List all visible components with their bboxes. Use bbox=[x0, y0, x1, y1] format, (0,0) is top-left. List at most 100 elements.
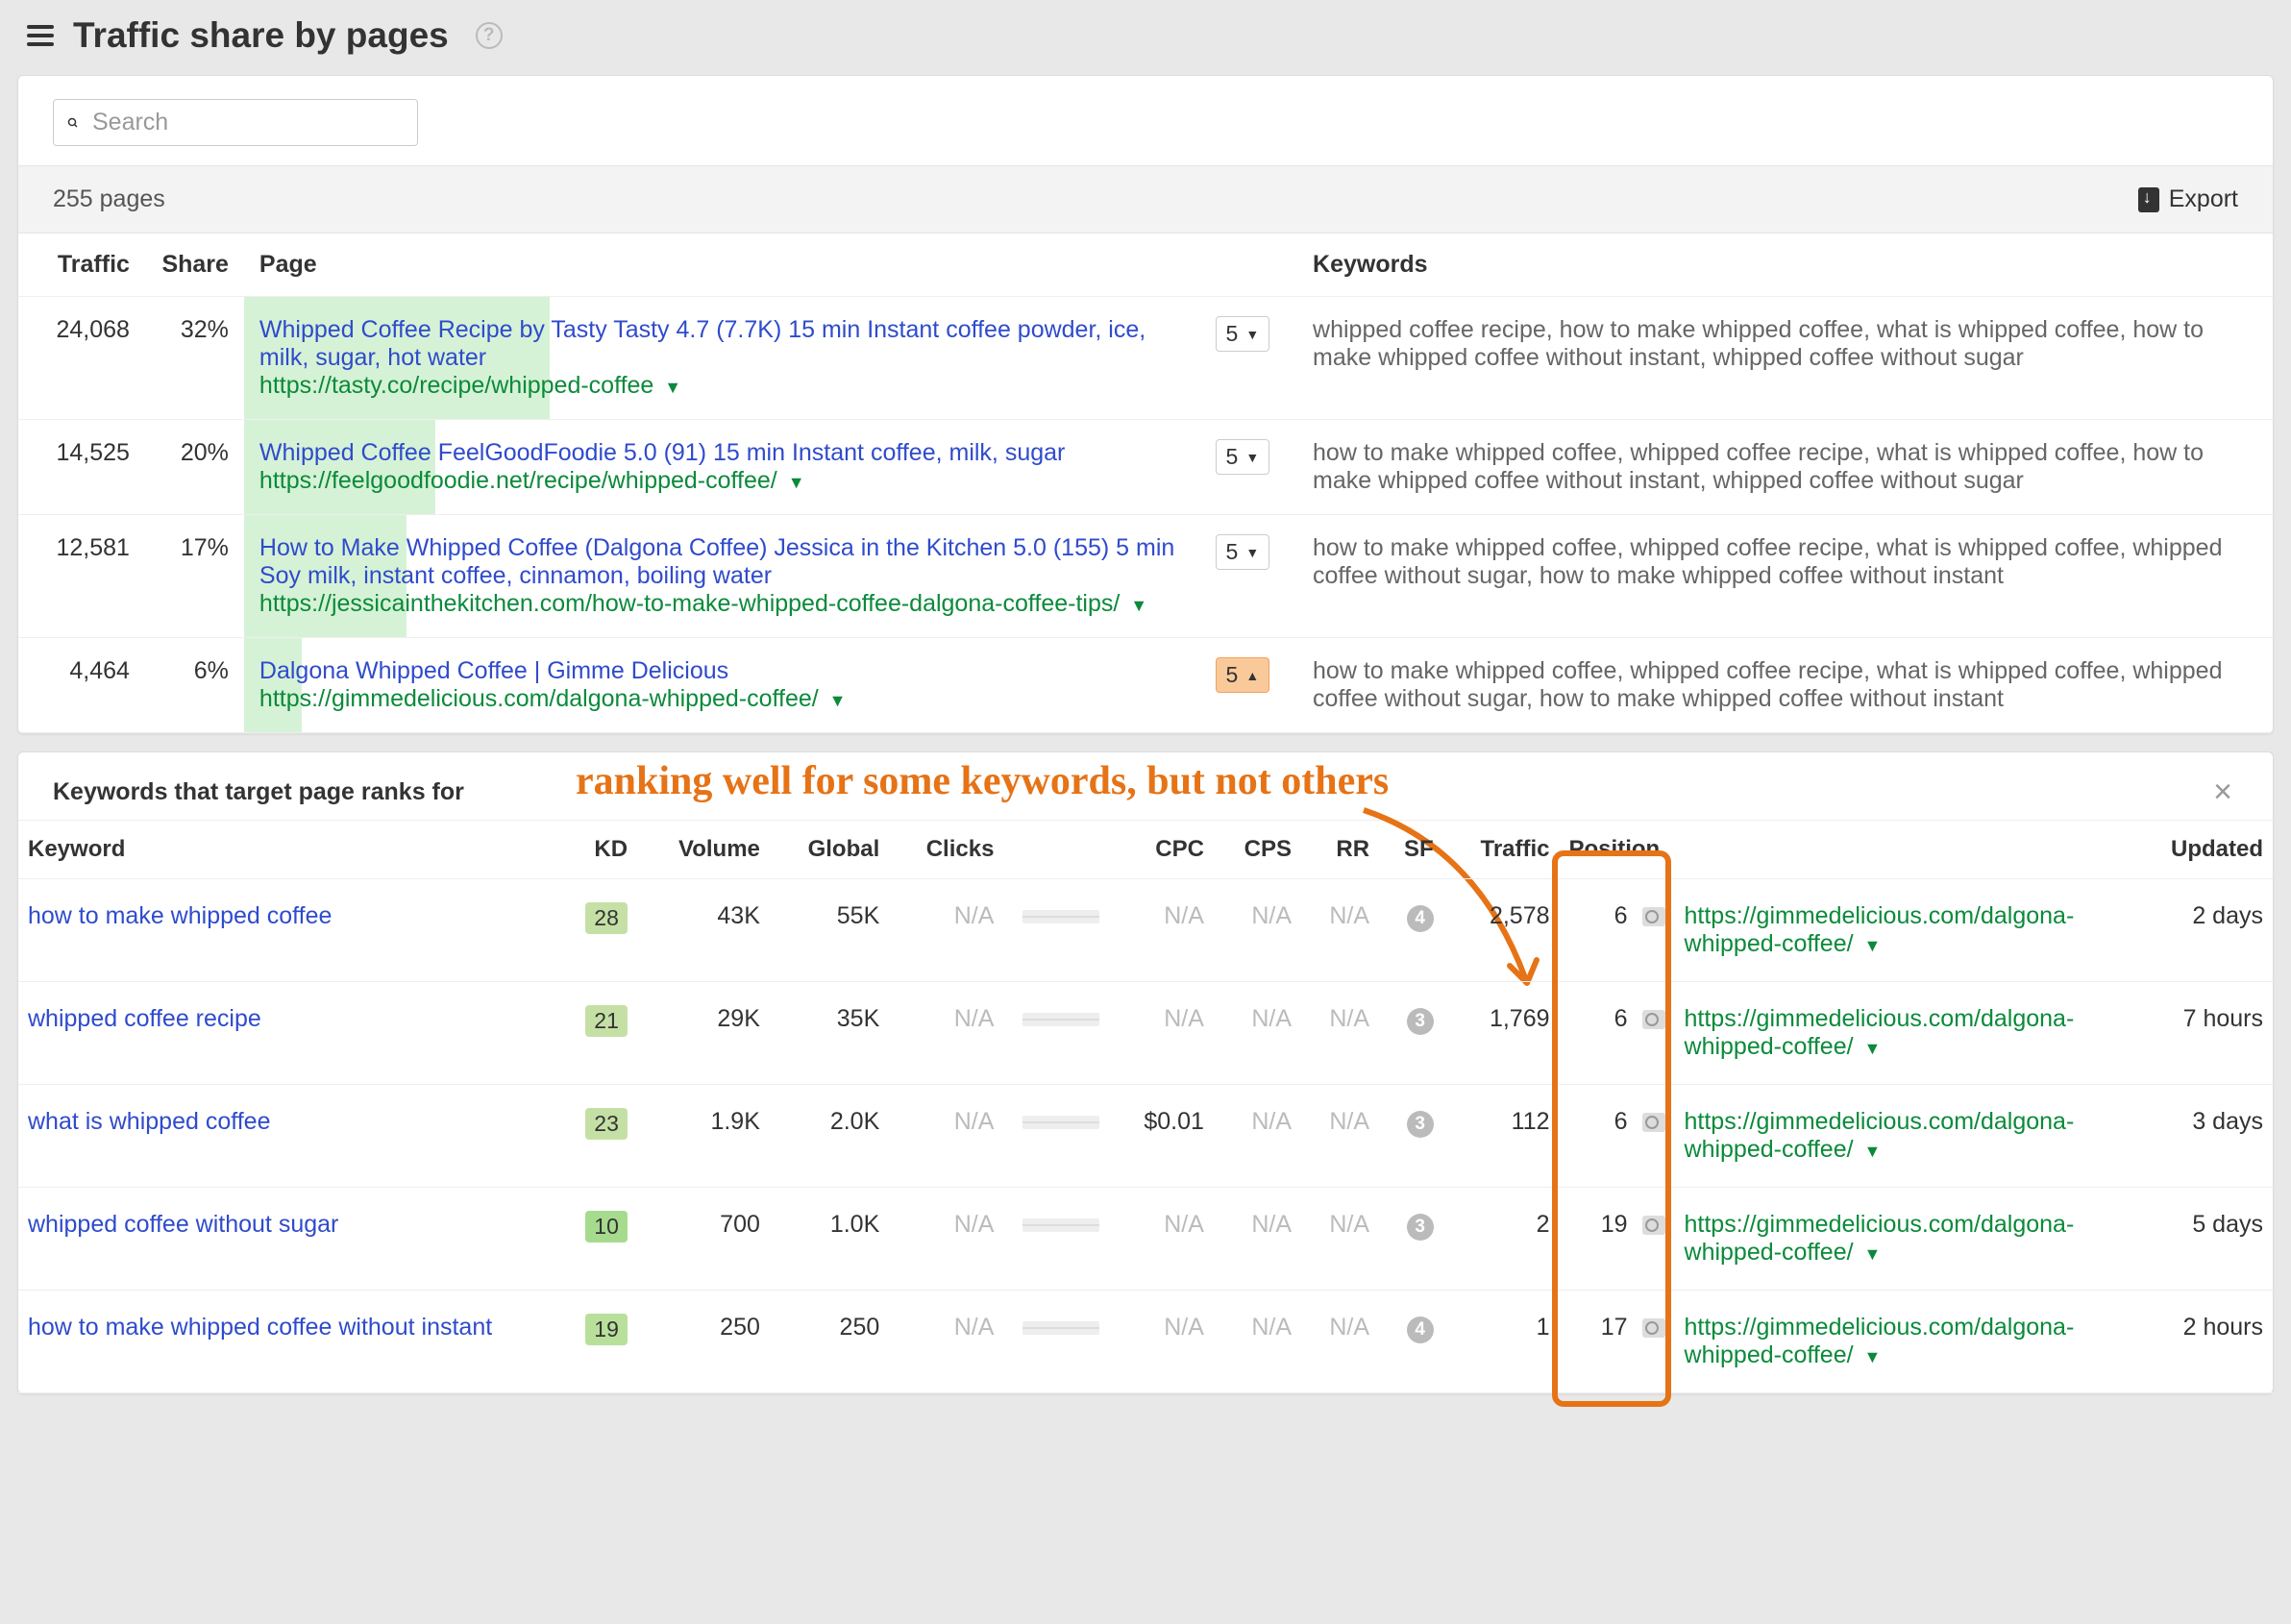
cell-rr: N/A bbox=[1301, 1085, 1379, 1188]
result-url-link[interactable]: https://gimmedelicious.com/dalgona-whipp… bbox=[1685, 902, 2075, 957]
cell-volume: 29K bbox=[637, 982, 770, 1085]
cell-updated: 3 days bbox=[2127, 1085, 2273, 1188]
serp-icon[interactable] bbox=[1642, 1216, 1665, 1235]
page-url-link[interactable]: https://feelgoodfoodie.net/recipe/whippe… bbox=[259, 467, 805, 494]
cell-traffic: 12,581 bbox=[18, 515, 145, 638]
chevron-down-icon: ▼ bbox=[1864, 1142, 1882, 1161]
export-button[interactable]: Export bbox=[2138, 185, 2238, 213]
cell-position: 17 bbox=[1560, 1291, 1675, 1393]
cell-traffic: 1,769 bbox=[1443, 982, 1560, 1085]
page-url-link[interactable]: https://jessicainthekitchen.com/how-to-m… bbox=[259, 590, 1147, 617]
kd-pill: 21 bbox=[585, 1005, 628, 1037]
keyword-link[interactable]: how to make whipped coffee bbox=[28, 902, 332, 929]
sf-badge: 4 bbox=[1407, 1316, 1434, 1343]
dcol-sf[interactable]: SF bbox=[1379, 821, 1443, 879]
result-url-link[interactable]: https://gimmedelicious.com/dalgona-whipp… bbox=[1685, 1211, 2075, 1266]
table-row: whipped coffee recipe2129K35KN/AN/AN/AN/… bbox=[18, 982, 2273, 1085]
cell-global: 2.0K bbox=[770, 1085, 889, 1188]
keyword-count-toggle[interactable]: 5 ▼ bbox=[1216, 316, 1270, 352]
cell-clicks: N/A bbox=[889, 1188, 1003, 1291]
dcol-traffic[interactable]: Traffic bbox=[1443, 821, 1560, 879]
result-url-link[interactable]: https://gimmedelicious.com/dalgona-whipp… bbox=[1685, 1108, 2075, 1163]
cell-keywords: how to make whipped coffee, whipped coff… bbox=[1297, 420, 2273, 515]
close-icon[interactable]: × bbox=[2207, 775, 2238, 808]
page-title-link[interactable]: How to Make Whipped Coffee (Dalgona Coff… bbox=[259, 534, 1174, 589]
hamburger-menu[interactable] bbox=[27, 20, 54, 51]
search-input[interactable] bbox=[90, 108, 404, 137]
serp-icon[interactable] bbox=[1642, 1318, 1665, 1338]
serp-icon[interactable] bbox=[1642, 907, 1665, 926]
dcol-cpc[interactable]: CPC bbox=[1109, 821, 1213, 879]
download-icon bbox=[2138, 187, 2159, 212]
sf-badge: 3 bbox=[1407, 1008, 1434, 1035]
search-box[interactable] bbox=[53, 99, 418, 146]
col-traffic[interactable]: Traffic bbox=[18, 234, 145, 297]
dcol-global[interactable]: Global bbox=[770, 821, 889, 879]
page-url-link[interactable]: https://gimmedelicious.com/dalgona-whipp… bbox=[259, 685, 847, 712]
detail-panel: ranking well for some keywords, but not … bbox=[17, 751, 2274, 1394]
dcol-rr[interactable]: RR bbox=[1301, 821, 1379, 879]
cell-rr: N/A bbox=[1301, 982, 1379, 1085]
keyword-count-toggle[interactable]: 5 ▲ bbox=[1216, 657, 1270, 693]
help-icon[interactable]: ? bbox=[476, 22, 503, 49]
cell-position: 19 bbox=[1560, 1188, 1675, 1291]
serp-icon[interactable] bbox=[1642, 1113, 1665, 1132]
cell-cps: N/A bbox=[1214, 879, 1301, 982]
table-row: 14,52520%Whipped Coffee FeelGoodFoodie 5… bbox=[18, 420, 2273, 515]
result-url-link[interactable]: https://gimmedelicious.com/dalgona-whipp… bbox=[1685, 1005, 2075, 1060]
cell-global: 1.0K bbox=[770, 1188, 889, 1291]
page-title-link[interactable]: Dalgona Whipped Coffee | Gimme Delicious bbox=[259, 657, 728, 684]
cell-traffic: 24,068 bbox=[18, 297, 145, 420]
cell-traffic: 4,464 bbox=[18, 638, 145, 733]
cell-cpc: N/A bbox=[1109, 1188, 1213, 1291]
keyword-link[interactable]: how to make whipped coffee without insta… bbox=[28, 1314, 492, 1341]
main-panel: 255 pages Export Traffic Share Page Keyw… bbox=[17, 75, 2274, 734]
sparkline bbox=[1022, 1013, 1099, 1026]
col-keywords[interactable]: Keywords bbox=[1297, 234, 2273, 297]
keyword-count-toggle[interactable]: 5 ▼ bbox=[1216, 534, 1270, 570]
cell-cpc: $0.01 bbox=[1109, 1085, 1213, 1188]
col-share[interactable]: Share bbox=[145, 234, 244, 297]
sf-badge: 4 bbox=[1407, 905, 1434, 932]
cell-share: 20% bbox=[145, 420, 244, 515]
result-url-link[interactable]: https://gimmedelicious.com/dalgona-whipp… bbox=[1685, 1314, 2075, 1368]
cell-traffic: 2,578 bbox=[1443, 879, 1560, 982]
cell-rr: N/A bbox=[1301, 1291, 1379, 1393]
cell-volume: 1.9K bbox=[637, 1085, 770, 1188]
cell-global: 55K bbox=[770, 879, 889, 982]
table-row: how to make whipped coffee2843K55KN/AN/A… bbox=[18, 879, 2273, 982]
cell-position: 6 bbox=[1560, 982, 1675, 1085]
chevron-down-icon: ▼ bbox=[1864, 1347, 1882, 1366]
dcol-keyword[interactable]: Keyword bbox=[18, 821, 556, 879]
sf-badge: 3 bbox=[1407, 1111, 1434, 1138]
dcol-kd[interactable]: KD bbox=[556, 821, 637, 879]
chevron-down-icon: ▼ bbox=[1864, 1244, 1882, 1264]
cell-cpc: N/A bbox=[1109, 982, 1213, 1085]
cell-traffic: 112 bbox=[1443, 1085, 1560, 1188]
sparkline bbox=[1022, 1321, 1099, 1335]
cell-updated: 2 days bbox=[2127, 879, 2273, 982]
cell-clicks: N/A bbox=[889, 1085, 1003, 1188]
cell-position: 6 bbox=[1560, 1085, 1675, 1188]
page-title-link[interactable]: Whipped Coffee FeelGoodFoodie 5.0 (91) 1… bbox=[259, 439, 1065, 466]
page-title-link[interactable]: Whipped Coffee Recipe by Tasty Tasty 4.7… bbox=[259, 316, 1146, 371]
keyword-link[interactable]: whipped coffee without sugar bbox=[28, 1211, 338, 1238]
keyword-link[interactable]: what is whipped coffee bbox=[28, 1108, 270, 1135]
dcol-position[interactable]: Position bbox=[1560, 821, 1675, 879]
page-url-link[interactable]: https://tasty.co/recipe/whipped-coffee ▼ bbox=[259, 372, 681, 399]
keyword-link[interactable]: whipped coffee recipe bbox=[28, 1005, 261, 1032]
dcol-volume[interactable]: Volume bbox=[637, 821, 770, 879]
export-label: Export bbox=[2169, 185, 2238, 213]
keyword-count-toggle[interactable]: 5 ▼ bbox=[1216, 439, 1270, 475]
serp-icon[interactable] bbox=[1642, 1010, 1665, 1029]
table-row: how to make whipped coffee without insta… bbox=[18, 1291, 2273, 1393]
dcol-clicks[interactable]: Clicks bbox=[889, 821, 1003, 879]
col-page[interactable]: Page bbox=[244, 234, 1200, 297]
cell-cps: N/A bbox=[1214, 1291, 1301, 1393]
cell-rr: N/A bbox=[1301, 1188, 1379, 1291]
page-title: Traffic share by pages bbox=[73, 15, 449, 56]
cell-share: 17% bbox=[145, 515, 244, 638]
dcol-updated[interactable]: Updated bbox=[2127, 821, 2273, 879]
dcol-cps[interactable]: CPS bbox=[1214, 821, 1301, 879]
chevron-down-icon: ▼ bbox=[664, 378, 681, 397]
